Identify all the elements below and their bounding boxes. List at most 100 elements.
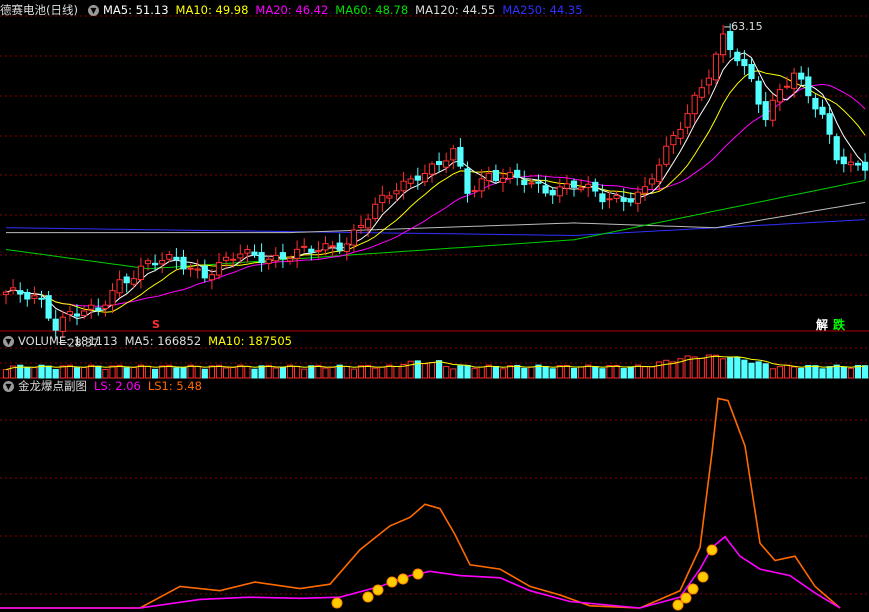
candle-body (720, 33, 727, 56)
volume-bar (712, 354, 720, 379)
candle-body (755, 80, 762, 105)
candle-body (556, 186, 563, 197)
volume-bar (563, 364, 570, 379)
candle-body (663, 145, 670, 165)
candle-body (187, 267, 194, 270)
candle-body (194, 268, 201, 271)
volume-bar (663, 359, 670, 379)
candle-body (542, 185, 549, 194)
volume-bar (201, 368, 208, 379)
volume-bar (102, 368, 109, 379)
candle-body (471, 189, 478, 192)
candle-body (286, 258, 294, 262)
candle-body (336, 242, 343, 251)
volume-bar (833, 364, 840, 379)
candle-body (492, 169, 499, 181)
volume-bar (620, 368, 627, 379)
candle-body (31, 295, 38, 299)
volume-bar (670, 361, 677, 379)
volume-bar (130, 366, 137, 379)
candle-body (322, 243, 329, 251)
candle-body (414, 175, 421, 181)
candle-body (66, 311, 74, 315)
candle-body (223, 256, 230, 261)
ma20-line (5, 83, 866, 307)
ma120-value: MA120: 44.55 (415, 3, 496, 17)
candle-body (826, 113, 833, 135)
main-chevron-icon[interactable]: ▼ (87, 4, 99, 16)
candle-body (528, 182, 535, 185)
volume-bar (826, 366, 833, 379)
candle-body (137, 265, 145, 280)
volume-bar (556, 365, 563, 379)
ma20-value: MA20: 46.42 (255, 3, 329, 17)
die-badge: 跌 (833, 318, 846, 332)
volume-bar (336, 364, 343, 379)
candle-body (585, 183, 592, 189)
signal-dot (372, 584, 384, 596)
signal-dot (680, 592, 692, 604)
volume-bar (791, 366, 798, 379)
volume-bar (691, 356, 698, 379)
candle-body (386, 195, 393, 199)
volume-bar (755, 361, 762, 379)
candle-body (684, 113, 691, 128)
volume-bar (38, 364, 45, 379)
volume-bar (237, 364, 244, 379)
ma250-value: MA250: 44.35 (502, 3, 583, 17)
candle-body (144, 260, 152, 265)
volume-bar (109, 365, 116, 379)
volume-bar (421, 363, 428, 379)
volume-bar (599, 368, 606, 379)
signal-dot (362, 591, 374, 603)
sub-chevron-icon[interactable]: ▼ (3, 380, 14, 392)
volume-bar (279, 366, 286, 379)
volume-bar (81, 367, 88, 379)
volume-bar (457, 365, 464, 379)
volume-bar (705, 354, 712, 379)
candle-body (329, 245, 336, 248)
candle-body (180, 256, 187, 270)
candle-body (38, 297, 45, 300)
candle-body (294, 248, 301, 259)
volume-bar (393, 365, 400, 379)
candle-body (24, 291, 31, 300)
candle-body (59, 316, 66, 332)
candle-body (805, 76, 812, 97)
candle-body (535, 181, 542, 184)
candle-body (379, 194, 386, 204)
candle-body (279, 252, 286, 260)
candle-body (365, 218, 372, 229)
ma10-value: MA10: 49.98 (175, 3, 249, 17)
candle-body (393, 190, 400, 195)
volume-value: VOLUME: 181113 (18, 334, 118, 348)
stock-chart[interactable]: 63.15 28.37 S (0, 0, 869, 612)
volume-bar (2, 369, 10, 379)
candle-body (421, 172, 428, 183)
candle-body (698, 87, 705, 98)
candle-body (521, 179, 528, 186)
volume-bar (762, 363, 769, 379)
candle-body (854, 162, 862, 166)
ls1-value: LS1: 5.48 (147, 379, 203, 393)
volume-bar (308, 365, 315, 379)
volume-bar (805, 364, 812, 379)
volume-chevron-icon[interactable]: ▼ (3, 335, 14, 347)
candle-body (357, 224, 365, 228)
candle-body (88, 304, 95, 310)
volume-ma5-value: MA5: 166852 (124, 334, 202, 348)
candle-body (436, 161, 443, 166)
volume-bars (2, 354, 869, 379)
sub-panel-header: ▼ 金龙爆点副图 LS: 2.06 LS1: 5.48 (0, 378, 209, 394)
volume-bar (31, 367, 38, 379)
signal-dot (331, 597, 343, 609)
volume-bar (613, 365, 620, 379)
volume-bar (265, 364, 272, 379)
candle-body (301, 245, 308, 248)
volume-bar (720, 358, 727, 379)
candle-body (17, 290, 24, 295)
signal-dot (412, 568, 424, 580)
candle-body (52, 318, 59, 331)
main-panel-header: 德赛电池(日线) ▼ MA5: 51.13 MA10: 49.98 MA20: … (0, 2, 590, 18)
candle-body (173, 256, 180, 261)
